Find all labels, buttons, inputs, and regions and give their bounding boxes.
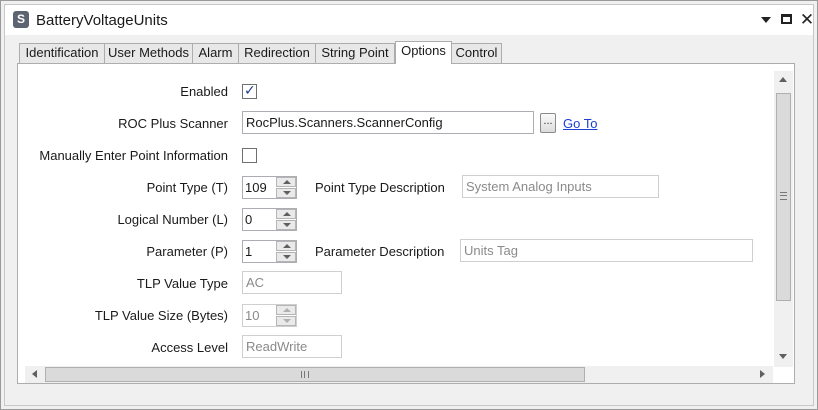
- tlp-value-size-stepper: 10: [242, 304, 297, 327]
- manual-entry-label: Manually Enter Point Information: [39, 148, 228, 163]
- tab-redirection[interactable]: Redirection: [238, 43, 316, 63]
- maximize-icon[interactable]: [779, 11, 795, 28]
- close-icon[interactable]: ✕: [799, 11, 815, 28]
- chevron-down-icon[interactable]: [758, 11, 774, 28]
- logical-number-label: Logical Number (L): [117, 212, 228, 227]
- horizontal-scrollbar[interactable]: [25, 366, 773, 383]
- horizontal-scroll-thumb[interactable]: [45, 367, 585, 382]
- spin-down-icon[interactable]: [276, 220, 296, 230]
- options-panel: Enabled ✓ ROC Plus Scanner RocPlus.Scann…: [17, 63, 795, 384]
- access-level-label: Access Level: [151, 340, 228, 355]
- tab-alarm[interactable]: Alarm: [192, 43, 239, 63]
- enabled-label: Enabled: [180, 84, 228, 99]
- point-type-description-field: System Analog Inputs: [462, 175, 659, 198]
- tlp-value-size-value: 10: [245, 308, 260, 323]
- vertical-scrollbar[interactable]: [774, 71, 793, 367]
- application-window: S BatteryVoltageUnits ✕ Identification U…: [0, 0, 818, 410]
- window-title: BatteryVoltageUnits: [36, 12, 168, 29]
- logical-number-stepper[interactable]: 0: [242, 208, 297, 231]
- point-type-stepper[interactable]: 109: [242, 176, 297, 199]
- point-type-description-label: Point Type Description: [315, 180, 445, 195]
- parameter-description-label: Parameter Description: [315, 244, 445, 259]
- enabled-checkbox[interactable]: ✓: [242, 82, 257, 99]
- tab-user-methods[interactable]: User Methods: [104, 43, 193, 63]
- point-type-value: 109: [245, 180, 267, 195]
- tab-string-point[interactable]: String Point: [315, 43, 395, 63]
- parameter-description-field: Units Tag: [460, 239, 753, 262]
- app-icon: S: [13, 11, 29, 28]
- tlp-value-type-label: TLP Value Type: [136, 276, 228, 291]
- browse-button[interactable]: ...: [540, 113, 556, 133]
- spin-up-icon[interactable]: [276, 209, 296, 219]
- spin-down-icon[interactable]: [276, 188, 296, 198]
- parameter-stepper[interactable]: 1: [242, 240, 297, 263]
- spin-down-icon[interactable]: [276, 252, 296, 262]
- tlp-value-size-label: TLP Value Size (Bytes): [94, 308, 228, 323]
- grip-icon: [301, 371, 309, 378]
- tab-options[interactable]: Options: [395, 41, 452, 64]
- tab-identification[interactable]: Identification: [19, 43, 105, 63]
- scroll-left-icon[interactable]: [32, 370, 37, 378]
- go-to-link[interactable]: Go To: [563, 116, 597, 131]
- vertical-scroll-thumb[interactable]: [776, 93, 791, 301]
- tlp-value-type-field: AC: [242, 271, 342, 294]
- parameter-label: Parameter (P): [146, 244, 228, 259]
- tab-control[interactable]: Control: [451, 43, 502, 63]
- point-type-label: Point Type (T): [146, 180, 228, 195]
- manual-entry-checkbox[interactable]: [242, 148, 257, 163]
- access-level-field: ReadWrite: [242, 335, 342, 358]
- title-bar: S BatteryVoltageUnits ✕: [5, 5, 815, 35]
- checkmark-icon: ✓: [244, 82, 256, 98]
- parameter-value: 1: [245, 244, 253, 259]
- logical-number-value: 0: [245, 212, 253, 227]
- roc-plus-scanner-label: ROC Plus Scanner: [118, 116, 228, 131]
- scroll-up-icon[interactable]: [779, 77, 787, 82]
- scroll-right-icon[interactable]: [760, 370, 765, 378]
- scroll-down-icon[interactable]: [779, 354, 787, 359]
- grip-icon: [780, 192, 787, 200]
- spin-up-icon[interactable]: [276, 177, 296, 187]
- spin-down-icon: [276, 316, 296, 326]
- spin-up-icon: [276, 305, 296, 315]
- roc-plus-scanner-field[interactable]: RocPlus.Scanners.ScannerConfig: [242, 111, 534, 134]
- spin-up-icon[interactable]: [276, 241, 296, 251]
